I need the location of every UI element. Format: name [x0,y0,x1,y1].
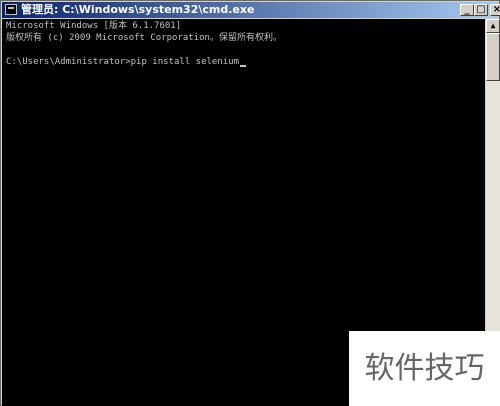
console-line-command: C:\Users\Administrator>pip install selen… [6,57,246,67]
maximize-button[interactable]: □ [474,4,488,16]
console-line-version: Microsoft Windows [版本 6.1.7601] [6,21,182,31]
title-bar[interactable]: 管理员: C:\Windows\system32\cmd.exe _ □ × [2,2,500,18]
window-title: 管理员: C:\Windows\system32\cmd.exe [21,3,255,16]
console-line-copyright: 版权所有 (c) 2009 Microsoft Corporation。保留所有… [6,33,282,43]
scroll-thumb[interactable] [486,33,500,81]
cmd-icon[interactable] [5,4,17,15]
text-cursor [240,65,246,67]
close-button[interactable]: × [490,4,500,16]
watermark-text: 软件技巧 [349,331,500,406]
minimize-button[interactable]: _ [460,4,474,16]
scroll-up-button[interactable]: ▲ [486,19,500,33]
command-text: C:\Users\Administrator>pip install selen… [6,57,239,67]
